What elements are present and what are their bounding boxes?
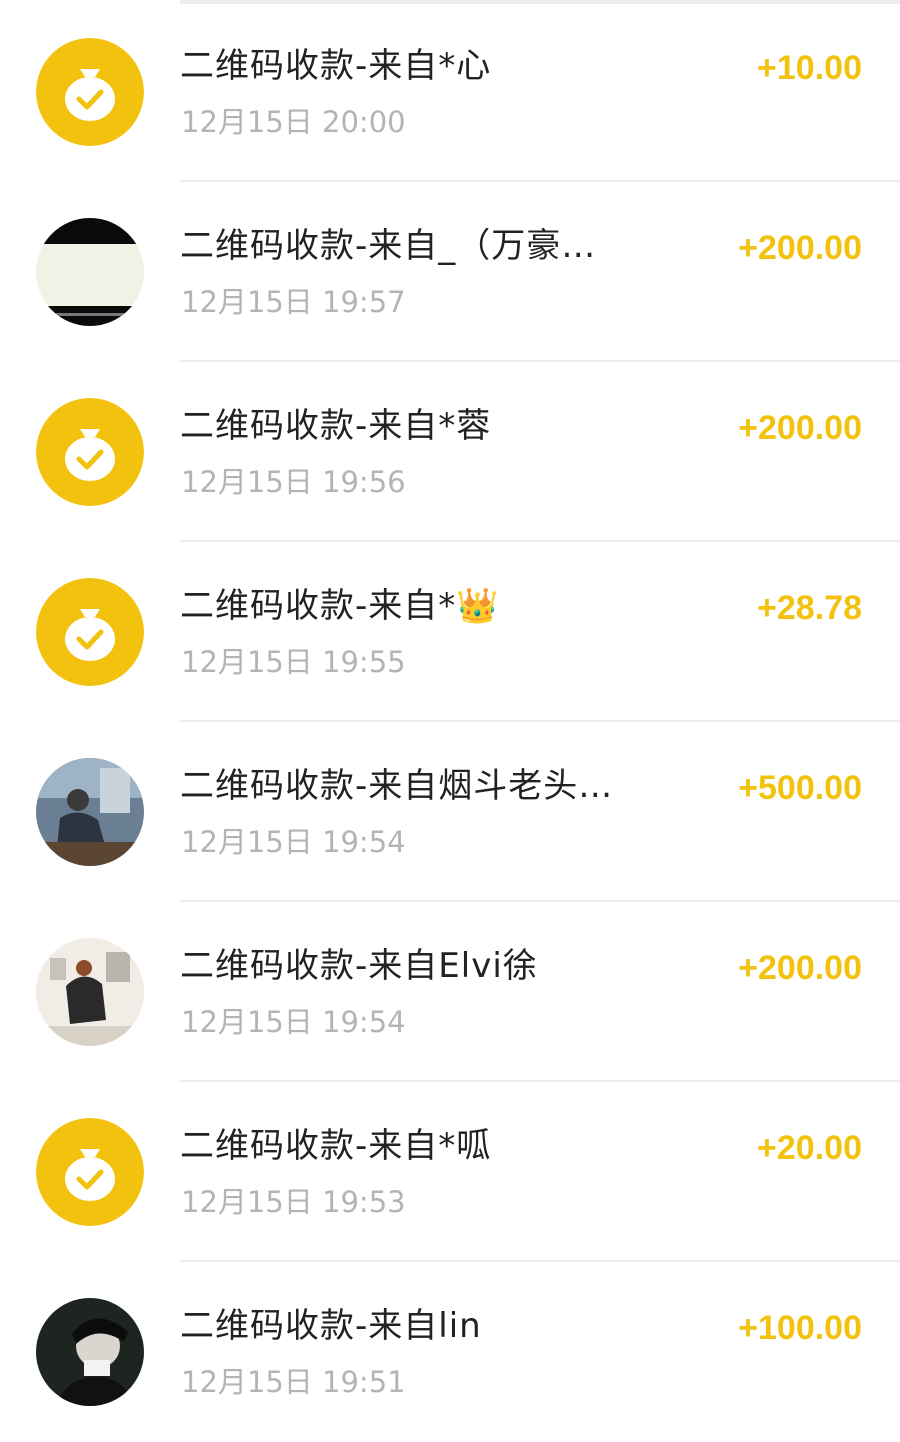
money-bag-icon — [36, 38, 144, 146]
transaction-title: 二维码收款-来自*蓉 — [180, 406, 492, 446]
transaction-title: 二维码收款-来自*👑 — [180, 586, 500, 626]
transaction-time: 12月15日 19:54 — [181, 825, 406, 859]
transaction-title: 二维码收款-来自*呱 — [180, 1126, 492, 1166]
transaction-time: 12月15日 19:53 — [181, 1185, 406, 1219]
transaction-row[interactable]: 二维码收款-来自lin 12月15日 19:51 +100.00 — [0, 1262, 900, 1442]
transaction-row[interactable]: 二维码收款-来自Elvi徐 12月15日 19:54 +200.00 — [0, 902, 900, 1082]
money-bag-icon — [36, 578, 144, 686]
transaction-time: 12月15日 19:57 — [181, 285, 406, 319]
transaction-amount: +200.00 — [738, 229, 862, 267]
user-avatar-photo — [36, 218, 144, 326]
transaction-title: 二维码收款-来自lin — [180, 1306, 482, 1346]
transaction-title: 二维码收款-来自_（万豪… — [180, 226, 597, 266]
money-bag-icon — [36, 1118, 144, 1226]
transaction-time: 12月15日 19:54 — [181, 1005, 406, 1039]
transaction-amount: +500.00 — [738, 769, 862, 807]
user-avatar-photo — [36, 938, 144, 1046]
transaction-title: 二维码收款-来自*心 — [180, 46, 492, 86]
transaction-time: 12月15日 19:55 — [181, 645, 406, 679]
transaction-row[interactable]: 二维码收款-来自烟斗老头… 12月15日 19:54 +500.00 — [0, 722, 900, 902]
user-avatar-photo — [36, 1298, 144, 1406]
transaction-list: 二维码收款-来自*心 12月15日 20:00 +10.00 二维码收款-来自_… — [0, 2, 900, 1442]
transaction-amount: +28.78 — [757, 589, 862, 627]
transaction-time: 12月15日 19:56 — [181, 465, 406, 499]
transaction-row[interactable]: 二维码收款-来自*👑 12月15日 19:55 +28.78 — [0, 542, 900, 722]
transaction-amount: +200.00 — [738, 949, 862, 987]
transaction-time: 12月15日 20:00 — [181, 105, 406, 139]
transaction-row[interactable]: 二维码收款-来自_（万豪… 12月15日 19:57 +200.00 — [0, 182, 900, 362]
transaction-row[interactable]: 二维码收款-来自*呱 12月15日 19:53 +20.00 — [0, 1082, 900, 1262]
transaction-amount: +20.00 — [757, 1129, 862, 1167]
money-bag-icon — [36, 398, 144, 506]
transaction-amount: +10.00 — [757, 49, 862, 87]
transaction-amount: +100.00 — [738, 1309, 862, 1347]
transaction-row[interactable]: 二维码收款-来自*蓉 12月15日 19:56 +200.00 — [0, 362, 900, 542]
transaction-amount: +200.00 — [738, 409, 862, 447]
transaction-time: 12月15日 19:51 — [181, 1365, 406, 1399]
transaction-row[interactable]: 二维码收款-来自*心 12月15日 20:00 +10.00 — [0, 2, 900, 182]
transaction-title: 二维码收款-来自Elvi徐 — [180, 946, 538, 986]
transaction-title: 二维码收款-来自烟斗老头… — [180, 766, 614, 806]
user-avatar-photo — [36, 758, 144, 866]
